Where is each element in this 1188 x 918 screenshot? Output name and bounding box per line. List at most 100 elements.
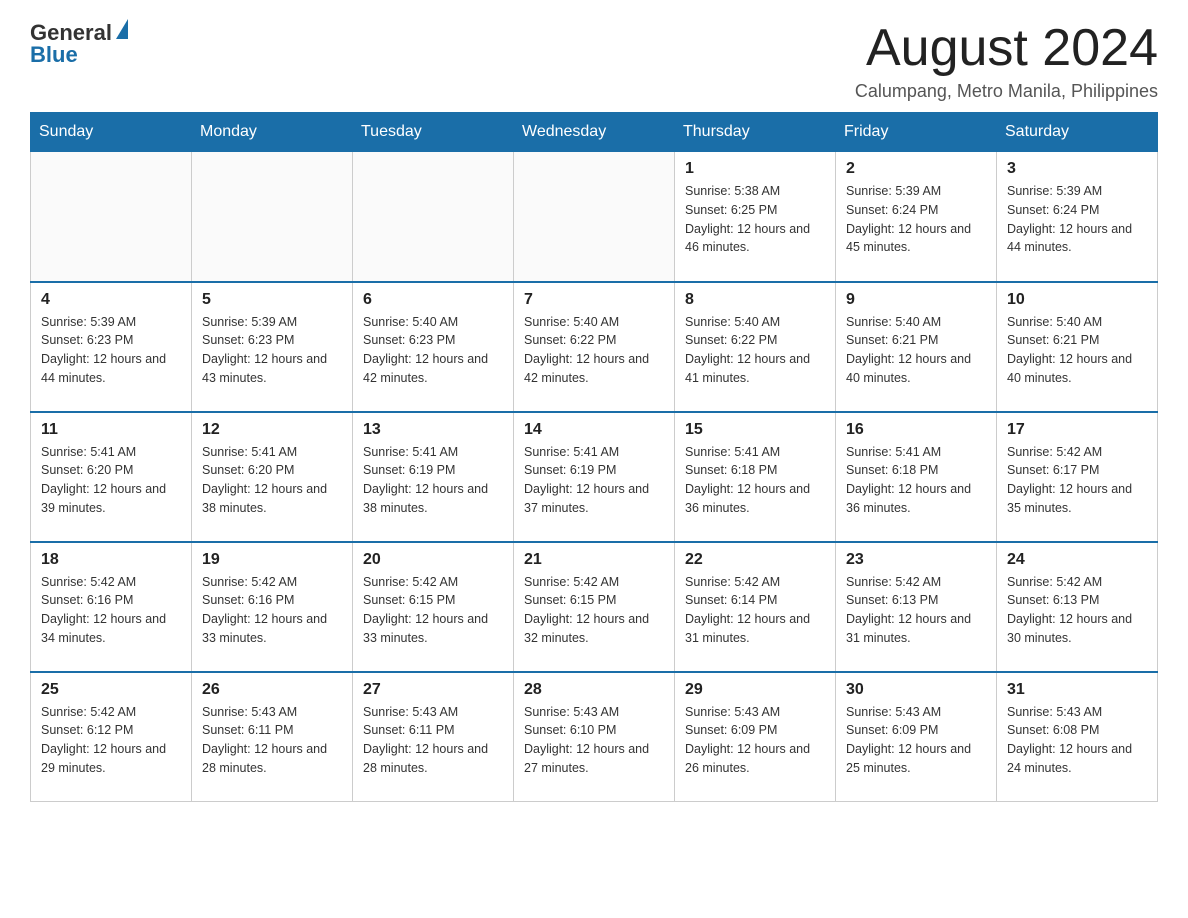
calendar-day-cell: 13 Sunrise: 5:41 AM Sunset: 6:19 PM Dayli… [353, 412, 514, 542]
day-number: 1 [685, 160, 825, 178]
day-number: 16 [846, 421, 986, 439]
location-subtitle: Calumpang, Metro Manila, Philippines [855, 81, 1158, 102]
calendar-day-cell: 8 Sunrise: 5:40 AM Sunset: 6:22 PM Daylig… [675, 282, 836, 412]
calendar-day-cell: 1 Sunrise: 5:38 AM Sunset: 6:25 PM Daylig… [675, 152, 836, 282]
day-info: Sunrise: 5:42 AM Sunset: 6:12 PM Dayligh… [41, 703, 181, 778]
day-info: Sunrise: 5:40 AM Sunset: 6:22 PM Dayligh… [524, 313, 664, 388]
calendar-day-cell: 7 Sunrise: 5:40 AM Sunset: 6:22 PM Daylig… [514, 282, 675, 412]
calendar-day-cell: 9 Sunrise: 5:40 AM Sunset: 6:21 PM Daylig… [836, 282, 997, 412]
day-number: 27 [363, 681, 503, 699]
day-info: Sunrise: 5:39 AM Sunset: 6:23 PM Dayligh… [202, 313, 342, 388]
calendar-day-cell: 29Sunrise: 5:43 AM Sunset: 6:09 PM Dayli… [675, 672, 836, 802]
calendar-header-wednesday: Wednesday [514, 113, 675, 152]
day-info: Sunrise: 5:40 AM Sunset: 6:21 PM Dayligh… [846, 313, 986, 388]
calendar-day-cell: 30Sunrise: 5:43 AM Sunset: 6:09 PM Dayli… [836, 672, 997, 802]
day-info: Sunrise: 5:39 AM Sunset: 6:24 PM Dayligh… [1007, 182, 1147, 257]
calendar-day-cell: 18Sunrise: 5:42 AM Sunset: 6:16 PM Dayli… [31, 542, 192, 672]
calendar-day-cell: 28 Sunrise: 5:43 AM Sunset: 6:10 PM Dayli… [514, 672, 675, 802]
header: General Blue August 2024 Calumpang, Metr… [30, 20, 1158, 102]
day-info: Sunrise: 5:42 AM Sunset: 6:16 PM Dayligh… [202, 573, 342, 648]
day-number: 24 [1007, 551, 1147, 569]
day-info: Sunrise: 5:40 AM Sunset: 6:21 PM Dayligh… [1007, 313, 1147, 388]
day-info: Sunrise: 5:42 AM Sunset: 6:17 PM Dayligh… [1007, 443, 1147, 518]
day-info: Sunrise: 5:41 AM Sunset: 6:20 PM Dayligh… [202, 443, 342, 518]
day-number: 31 [1007, 681, 1147, 699]
day-number: 25 [41, 681, 181, 699]
month-year-title: August 2024 [855, 20, 1158, 77]
day-info: Sunrise: 5:41 AM Sunset: 6:18 PM Dayligh… [846, 443, 986, 518]
day-number: 22 [685, 551, 825, 569]
day-info: Sunrise: 5:43 AM Sunset: 6:09 PM Dayligh… [685, 703, 825, 778]
day-number: 28 [524, 681, 664, 699]
day-info: Sunrise: 5:43 AM Sunset: 6:10 PM Dayligh… [524, 703, 664, 778]
calendar-day-cell [514, 152, 675, 282]
day-info: Sunrise: 5:43 AM Sunset: 6:08 PM Dayligh… [1007, 703, 1147, 778]
day-info: Sunrise: 5:41 AM Sunset: 6:19 PM Dayligh… [363, 443, 503, 518]
day-number: 9 [846, 291, 986, 309]
day-number: 19 [202, 551, 342, 569]
calendar-header-sunday: Sunday [31, 113, 192, 152]
calendar-day-cell: 15 Sunrise: 5:41 AM Sunset: 6:18 PM Dayli… [675, 412, 836, 542]
calendar-header-monday: Monday [192, 113, 353, 152]
calendar-day-cell: 21 Sunrise: 5:42 AM Sunset: 6:15 PM Dayli… [514, 542, 675, 672]
day-number: 7 [524, 291, 664, 309]
calendar-day-cell: 2 Sunrise: 5:39 AM Sunset: 6:24 PM Daylig… [836, 152, 997, 282]
day-info: Sunrise: 5:41 AM Sunset: 6:19 PM Dayligh… [524, 443, 664, 518]
calendar-day-cell [192, 152, 353, 282]
day-number: 23 [846, 551, 986, 569]
day-number: 15 [685, 421, 825, 439]
day-number: 3 [1007, 160, 1147, 178]
day-info: Sunrise: 5:39 AM Sunset: 6:23 PM Dayligh… [41, 313, 181, 388]
day-info: Sunrise: 5:43 AM Sunset: 6:11 PM Dayligh… [202, 703, 342, 778]
day-info: Sunrise: 5:43 AM Sunset: 6:09 PM Dayligh… [846, 703, 986, 778]
calendar-header-thursday: Thursday [675, 113, 836, 152]
day-number: 26 [202, 681, 342, 699]
day-number: 13 [363, 421, 503, 439]
calendar-week-row: 11Sunrise: 5:41 AM Sunset: 6:20 PM Dayli… [31, 412, 1158, 542]
calendar-day-cell: 16 Sunrise: 5:41 AM Sunset: 6:18 PM Dayli… [836, 412, 997, 542]
day-info: Sunrise: 5:41 AM Sunset: 6:18 PM Dayligh… [685, 443, 825, 518]
day-info: Sunrise: 5:39 AM Sunset: 6:24 PM Dayligh… [846, 182, 986, 257]
day-info: Sunrise: 5:41 AM Sunset: 6:20 PM Dayligh… [41, 443, 181, 518]
calendar-day-cell: 17 Sunrise: 5:42 AM Sunset: 6:17 PM Dayli… [997, 412, 1158, 542]
logo-block: General Blue [30, 20, 128, 68]
day-number: 8 [685, 291, 825, 309]
day-info: Sunrise: 5:40 AM Sunset: 6:22 PM Dayligh… [685, 313, 825, 388]
calendar-day-cell [31, 152, 192, 282]
day-number: 21 [524, 551, 664, 569]
day-number: 2 [846, 160, 986, 178]
calendar-day-cell: 20Sunrise: 5:42 AM Sunset: 6:15 PM Dayli… [353, 542, 514, 672]
day-number: 20 [363, 551, 503, 569]
calendar-day-cell: 26 Sunrise: 5:43 AM Sunset: 6:11 PM Dayli… [192, 672, 353, 802]
calendar-day-cell: 31 Sunrise: 5:43 AM Sunset: 6:08 PM Dayli… [997, 672, 1158, 802]
day-number: 4 [41, 291, 181, 309]
calendar-day-cell [353, 152, 514, 282]
calendar-header-saturday: Saturday [997, 113, 1158, 152]
day-info: Sunrise: 5:42 AM Sunset: 6:16 PM Dayligh… [41, 573, 181, 648]
day-info: Sunrise: 5:40 AM Sunset: 6:23 PM Dayligh… [363, 313, 503, 388]
calendar-table: SundayMondayTuesdayWednesdayThursdayFrid… [30, 112, 1158, 802]
logo-triangle-icon [116, 19, 128, 39]
calendar-day-cell: 11Sunrise: 5:41 AM Sunset: 6:20 PM Dayli… [31, 412, 192, 542]
calendar-day-cell: 10Sunrise: 5:40 AM Sunset: 6:21 PM Dayli… [997, 282, 1158, 412]
day-info: Sunrise: 5:43 AM Sunset: 6:11 PM Dayligh… [363, 703, 503, 778]
calendar-week-row: 4 Sunrise: 5:39 AM Sunset: 6:23 PM Daylig… [31, 282, 1158, 412]
day-info: Sunrise: 5:42 AM Sunset: 6:14 PM Dayligh… [685, 573, 825, 648]
calendar-day-cell: 22 Sunrise: 5:42 AM Sunset: 6:14 PM Dayli… [675, 542, 836, 672]
calendar-day-cell: 6 Sunrise: 5:40 AM Sunset: 6:23 PM Daylig… [353, 282, 514, 412]
title-area: August 2024 Calumpang, Metro Manila, Phi… [855, 20, 1158, 102]
calendar-week-row: 25 Sunrise: 5:42 AM Sunset: 6:12 PM Dayli… [31, 672, 1158, 802]
day-info: Sunrise: 5:38 AM Sunset: 6:25 PM Dayligh… [685, 182, 825, 257]
calendar-header-tuesday: Tuesday [353, 113, 514, 152]
day-info: Sunrise: 5:42 AM Sunset: 6:15 PM Dayligh… [524, 573, 664, 648]
calendar-day-cell: 3 Sunrise: 5:39 AM Sunset: 6:24 PM Daylig… [997, 152, 1158, 282]
day-number: 17 [1007, 421, 1147, 439]
calendar-day-cell: 12Sunrise: 5:41 AM Sunset: 6:20 PM Dayli… [192, 412, 353, 542]
calendar-day-cell: 25 Sunrise: 5:42 AM Sunset: 6:12 PM Dayli… [31, 672, 192, 802]
calendar-week-row: 1 Sunrise: 5:38 AM Sunset: 6:25 PM Daylig… [31, 152, 1158, 282]
calendar-header-row: SundayMondayTuesdayWednesdayThursdayFrid… [31, 113, 1158, 152]
day-info: Sunrise: 5:42 AM Sunset: 6:13 PM Dayligh… [846, 573, 986, 648]
calendar-day-cell: 14Sunrise: 5:41 AM Sunset: 6:19 PM Dayli… [514, 412, 675, 542]
day-number: 6 [363, 291, 503, 309]
calendar-week-row: 18Sunrise: 5:42 AM Sunset: 6:16 PM Dayli… [31, 542, 1158, 672]
